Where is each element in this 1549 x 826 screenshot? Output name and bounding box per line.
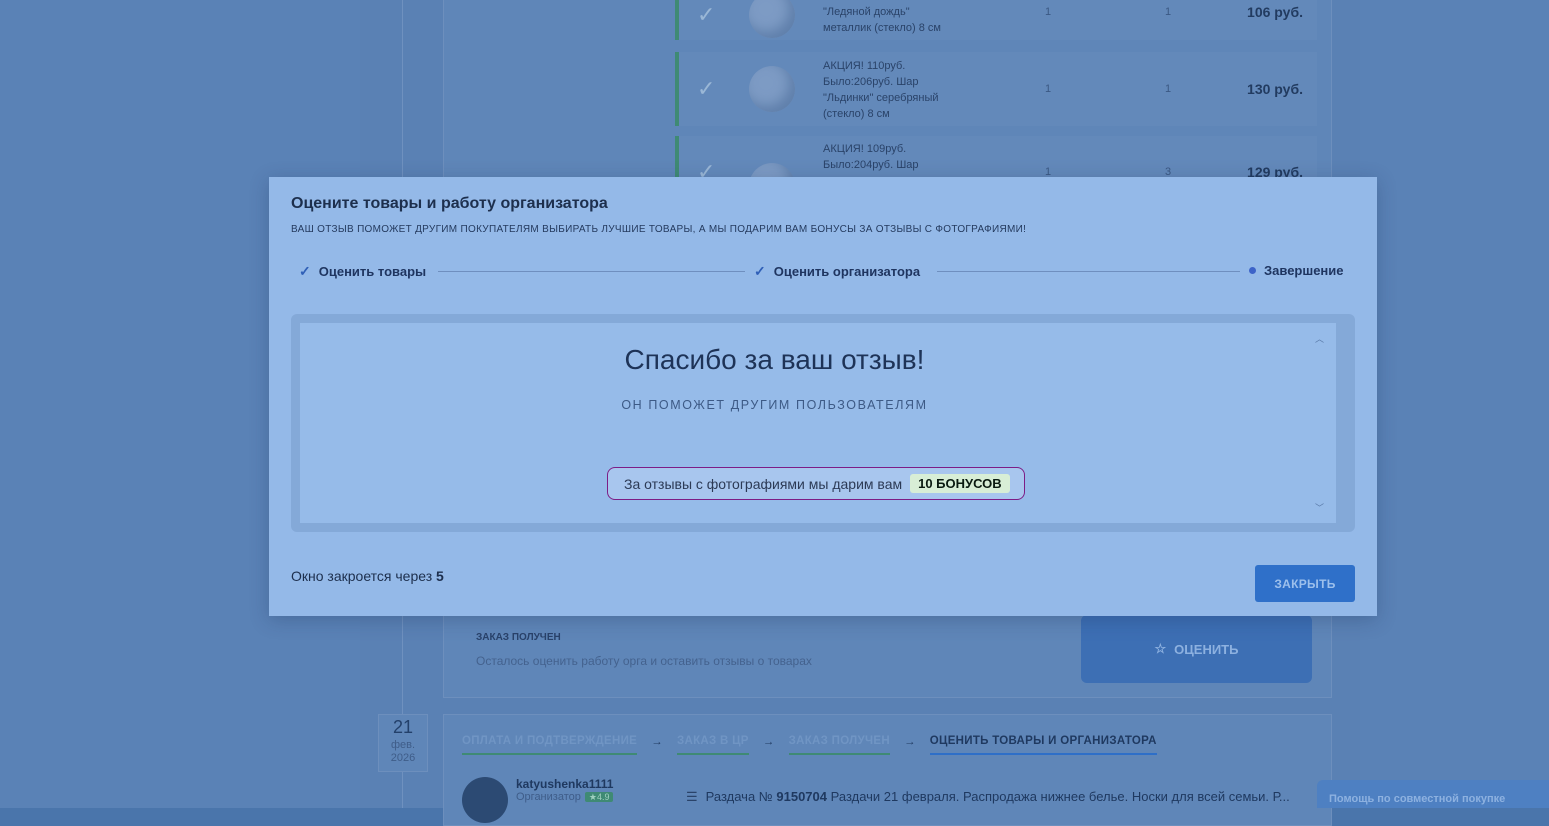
thanks-title: Спасибо за ваш отзыв! [624,344,925,375]
qty-received: 1 [1165,6,1172,18]
product-price: 129 руб. [1247,164,1303,177]
modal-title: Оцените товары и работу организатора [291,195,608,212]
product-thumbnail [749,66,795,112]
qty-received: 1 [1165,83,1172,95]
distribution-prefix: Раздача № [705,789,773,804]
qty-ordered: 1 [1045,166,1052,177]
product-price: 130 руб. [1247,81,1303,97]
arrow-right-icon: → [651,736,663,748]
product-name: АКЦИЯ! 109руб. Было:204руб. Шар [823,143,919,171]
status-text: Осталось оценить работу орга и оставить … [476,654,812,668]
bonus-info: За отзывы с фотографиями мы дарим вам 10… [607,467,1025,500]
distribution-text: Раздачи 21 февраля. Распродажа нижнее бе… [830,789,1290,804]
step-finish: Завершение [1249,263,1344,278]
progress-step-current: ОЦЕНИТЬ ТОВАРЫ И ОРГАНИЗАТОРА [929,735,1157,755]
step-label: Оценить товары [318,264,427,279]
order-item-row: ✓ АКЦИЯ! 110руб. Было:206руб. Шар "Льдин… [675,52,1317,126]
check-icon: ✓ [697,76,716,101]
check-icon: ✓ [697,159,716,177]
close-timer-label: Окно закроется через [291,568,433,584]
date-day: 21 [392,717,414,737]
product-name: "Ледяной дождь" металлик (стекло) 8 см [823,6,941,34]
date-year: 2026 [390,752,416,764]
step-rate-products[interactable]: ✓ Оценить товары [299,263,426,280]
step-label: Завершение [1264,263,1344,278]
order-item-row: ✓ "Ледяной дождь" металлик (стекло) 8 см… [675,0,1317,40]
product-thumbnail [749,0,795,38]
organizer-role: Организатор [516,791,581,803]
product-thumbnail [749,163,795,177]
close-button[interactable]: ЗАКРЫТЬ [1255,565,1355,602]
rating-badge: ★4.9 [584,792,614,802]
check-icon: ✓ [697,2,716,27]
distribution-link[interactable]: ☰ Раздача № 9150704 Раздачи 21 февраля. Р… [686,789,1290,805]
help-button[interactable]: Помощь по совместной покупке [1317,780,1549,808]
close-timer-value: 5 [436,568,444,584]
distribution-number: 9150704 [776,789,827,804]
arrow-right-icon: → [762,736,775,748]
rating-value: 4.9 [596,792,610,802]
order-status: ЗАКАЗ ПОЛУЧЕН Осталось оценить работу ор… [460,618,1060,678]
organizer-name[interactable]: katyushenka1111 [516,777,613,791]
avatar [462,777,508,823]
product-price: 106 руб. [1247,4,1303,20]
qty-received: 3 [1165,166,1172,177]
scroll-down-icon[interactable]: ﹀ [1315,501,1324,514]
progress-step: ЗАКАЗ ПОЛУЧЕН [788,735,890,755]
star-icon: ☆ [1154,641,1167,656]
qty-ordered: 1 [1045,83,1052,95]
product-name: АКЦИЯ! 110руб. Было:206руб. Шар "Льдинки… [823,60,939,120]
bonus-text: За отзывы с фотографиями мы дарим вам [624,475,903,492]
step-label: Оценить организатора [773,264,921,279]
rate-button-label: ОЦЕНИТЬ [1174,641,1239,657]
progress-step: ОПЛАТА И ПОДТВЕРЖДЕНИЕ [462,735,638,755]
arrow-right-icon: → [903,736,916,748]
thanks-subtitle: ОН ПОМОЖЕТ ДРУГИМ ПОЛЬЗОВАТЕЛЯМ [621,398,928,412]
star-icon: ★ [588,792,597,802]
qty-ordered: 1 [1045,6,1052,18]
review-modal: Оцените товары и работу организатора ВАШ… [269,177,1377,616]
check-icon: ✓ [299,263,311,279]
review-stepper: ✓ Оценить товары ✓ Оценить организатора … [299,263,1347,279]
step-connector [438,271,745,272]
current-step-dot-icon [1249,267,1256,274]
organizer-block[interactable]: katyushenka1111 Организатор ★4.9 [462,777,614,823]
close-timer: Окно закроется через 5 [291,568,444,584]
order-progress: ОПЛАТА И ПОДТВЕРЖДЕНИЕ → ЗАКАЗ В ЦР → ЗА… [462,735,1157,755]
step-connector [937,271,1240,272]
order-item-row: ✓ АКЦИЯ! 109руб. Было:204руб. Шар 1 3 12… [675,136,1317,177]
step-rate-organizer[interactable]: ✓ Оценить организатора [754,263,920,280]
rate-button[interactable]: ☆ ОЦЕНИТЬ [1081,615,1312,683]
progress-step: ЗАКАЗ В ЦР [676,735,749,755]
order-date: 21 фев. 2026 [378,714,428,772]
list-icon: ☰ [686,789,698,804]
date-month: фев. [390,739,416,751]
check-icon: ✓ [754,263,766,279]
bonus-amount-badge: 10 БОНУСОВ [910,474,1010,493]
status-title: ЗАКАЗ ПОЛУЧЕН [476,632,561,643]
modal-subtitle: ВАШ ОТЗЫВ ПОМОЖЕТ ДРУГИМ ПОКУПАТЕЛЯМ ВЫБ… [291,224,1027,235]
